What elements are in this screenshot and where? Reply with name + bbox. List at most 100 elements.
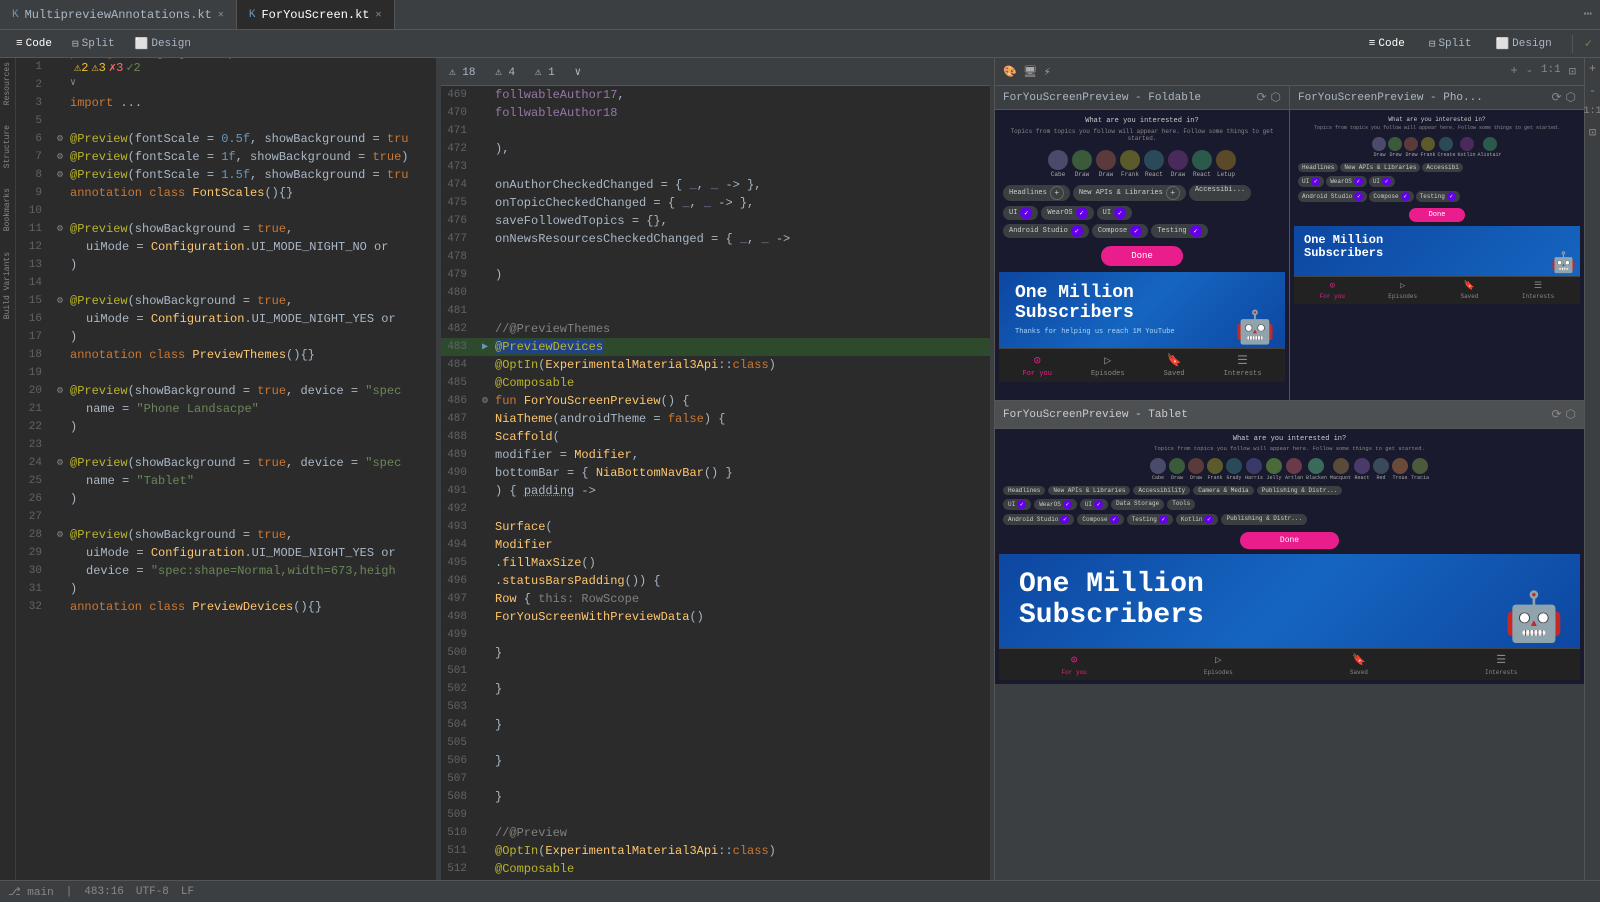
table-row: 488 Scaffold(	[441, 428, 990, 446]
table-row: 8 ⚙ @Preview(fontScale = 1.5f, showBackg…	[16, 166, 436, 184]
done-btn-container: Done	[999, 240, 1285, 272]
structure-icon[interactable]: Structure	[3, 125, 12, 168]
interests-title-phone: What are you interested in?	[1294, 114, 1580, 125]
tablet-filter-chip: New APIs & Libraries	[1048, 486, 1130, 495]
nav-item-saved[interactable]: 🔖 Saved	[1164, 353, 1185, 378]
topic-avatar-tablet: Macquot	[1330, 458, 1351, 481]
topic-avatar-phone: Drew	[1388, 137, 1402, 158]
zoom-reset-icon[interactable]: ⊡	[1569, 64, 1576, 79]
table-row: 6 ⚙ @Preview(fontScale = 0.5f, showBackg…	[16, 130, 436, 148]
phone-preview-header: ForYouScreenPreview - Pho... ⟳ ⬡	[1290, 86, 1584, 110]
done-button[interactable]: Done	[1101, 246, 1183, 266]
phone-preview-refresh-icon[interactable]: ⟳	[1551, 90, 1561, 105]
nav-item-foryou-tablet[interactable]: ⊙ For you	[1062, 653, 1087, 676]
table-row: 479 )	[441, 266, 990, 284]
split-view-btn[interactable]: ⊟ Split	[64, 35, 123, 53]
tablet-filter-chip: Publishing & Distr...	[1221, 514, 1307, 525]
nav-item-foryou[interactable]: ⊙ For you	[1023, 353, 1052, 378]
sidebar-fit-icon[interactable]: ⊡	[1589, 125, 1596, 140]
tablet-filter-chip: WearOS ✓	[1034, 499, 1077, 510]
subscriber-banner-text-foldable: One Million Subscribers	[1015, 284, 1269, 324]
nav-item-episodes[interactable]: ▷ Episodes	[1091, 353, 1125, 378]
design-view-btn[interactable]: ⬜ Design	[127, 35, 199, 53]
preview-open-icon[interactable]: ⬡	[1271, 90, 1281, 105]
sidebar-add-icon[interactable]: +	[1589, 62, 1596, 76]
tablet-filter-row-3: Android Studio ✓ Compose ✓ Testing ✓ Kot…	[999, 512, 1580, 527]
done-button-phone[interactable]: Done	[1409, 208, 1466, 222]
filter-chip-phone: UI ✓	[1369, 176, 1395, 187]
tab-foryouscreen[interactable]: K ForYouScreen.kt ✕	[237, 0, 395, 29]
interests-nav-icon: ☰	[1237, 353, 1248, 368]
table-row: 470 follwableAuthor18	[441, 104, 990, 122]
right-split-view-btn[interactable]: ⊟ Split	[1421, 35, 1480, 53]
android-mascot-tablet: 🤖	[1504, 588, 1564, 648]
table-row: 32 annotation class PreviewDevices(){}	[16, 598, 436, 616]
line-col: 483:16	[84, 886, 124, 898]
table-row: 511 @OptIn(ExperimentalMaterial3Api::cla…	[441, 842, 990, 860]
filter-row-2: UI ✓ WearOS ✓ UI ✓	[999, 204, 1285, 222]
resources-icon[interactable]: Resources	[3, 62, 12, 105]
tablet-open-icon[interactable]: ⬡	[1566, 407, 1576, 422]
nav-bar-tablet: ⊙ For you ▷ Episodes 🔖 Saved ☰	[999, 648, 1580, 680]
tab-bar-menu[interactable]: ⋯	[1576, 6, 1600, 23]
table-row: 16 uiMode = Configuration.UI_MODE_NIGHT_…	[16, 310, 436, 328]
tab-multipreview[interactable]: K MultipreviewAnnotations.kt ✕	[0, 0, 237, 29]
table-row: 475 onTopicCheckedChanged = { _, _ -> },	[441, 194, 990, 212]
table-row: 476 saveFollowedTopics = {},	[441, 212, 990, 230]
topic-avatar-phone: Create	[1437, 137, 1455, 158]
table-row: 501	[441, 662, 990, 680]
table-row: 25 name = "Tablet"	[16, 472, 436, 490]
left-code-editor[interactable]: 1 package com.google.sample.⚠2 ⚠3 ✗3 ✓2 …	[16, 58, 436, 880]
right-toolbar: ≡ Code ⊟ Split ⬜ Design ✓	[1361, 35, 1600, 53]
nav-item-episodes-phone[interactable]: ▷ Episodes	[1388, 281, 1417, 300]
table-row: 509	[441, 806, 990, 824]
table-row: 480	[441, 284, 990, 302]
right-code-editor[interactable]: 469 follwableAuthor17, 470 follwableAuth…	[441, 86, 990, 880]
kotlin-icon: K	[12, 9, 19, 21]
encoding: UTF-8	[136, 886, 169, 898]
build-icon[interactable]: Build Variants	[3, 252, 12, 319]
saved-icon-phone: 🔖	[1464, 281, 1475, 291]
nav-item-interests-phone[interactable]: ☰ Interests	[1522, 281, 1554, 300]
nav-item-interests-tablet[interactable]: ☰ Interests	[1485, 653, 1517, 676]
bookmarks-icon[interactable]: Bookmarks	[3, 188, 12, 231]
left-gutter: Resources Structure Bookmarks Build Vari…	[0, 58, 16, 880]
episodes-label-tablet: Episodes	[1204, 669, 1233, 676]
topic-avatar-tablet: Cabe	[1150, 458, 1166, 481]
zoom-out-icon[interactable]: -	[1526, 64, 1533, 79]
preview-content[interactable]: ForYouScreenPreview - Foldable ⟳ ⬡ What …	[995, 86, 1584, 880]
zoom-in-icon[interactable]: +	[1511, 64, 1518, 79]
interests-icon-tablet: ☰	[1496, 653, 1506, 667]
interests-subtitle-foldable: Topics from topics you follow will appea…	[999, 128, 1285, 146]
preview-panel: 🎨 🖥 ⚡ + - 1:1 ⊡ ForYouScreenPreview - Fo…	[994, 58, 1584, 880]
phone-ui: What are you interested in? Topics from …	[1290, 110, 1584, 400]
episodes-label-phone: Episodes	[1388, 293, 1417, 300]
right-design-view-btn[interactable]: ⬜ Design	[1487, 35, 1559, 53]
episodes-icon-tablet: ▷	[1215, 653, 1222, 667]
tablet-refresh-icon[interactable]: ⟳	[1551, 407, 1561, 422]
topic-avatar-tablet: Red	[1373, 458, 1389, 481]
phone-preview-title: ForYouScreenPreview - Pho...	[1298, 92, 1483, 104]
preview-refresh-icon[interactable]: ⟳	[1256, 90, 1266, 105]
nav-item-foryou-phone[interactable]: ⊙ For you	[1320, 281, 1345, 300]
phone-preview-open-icon[interactable]: ⬡	[1566, 90, 1576, 105]
table-row: 20 ⚙ @Preview(showBackground = true, dev…	[16, 382, 436, 400]
code-view-btn[interactable]: ≡ Code	[8, 36, 60, 52]
topic-avatar-item: React	[1192, 150, 1212, 178]
tab-close-icon[interactable]: ✕	[218, 9, 224, 21]
check-icon: ✓	[1585, 36, 1592, 51]
nav-item-saved-phone[interactable]: 🔖 Saved	[1460, 281, 1478, 300]
nav-item-saved-tablet[interactable]: 🔖 Saved	[1350, 653, 1368, 676]
interests-label-tablet: Interests	[1485, 669, 1517, 676]
nav-item-interests[interactable]: ☰ Interests	[1224, 353, 1262, 378]
right-code-panel: ⚠ 18 ⚠ 4 ⚠ 1 ∨ 469 follwableAuthor17, 47…	[440, 58, 990, 880]
right-code-view-btn[interactable]: ≡ Code	[1361, 36, 1413, 52]
table-row: 472 ),	[441, 140, 990, 158]
done-button-tablet[interactable]: Done	[1240, 532, 1339, 549]
sidebar-minus-icon[interactable]: -	[1589, 84, 1596, 98]
tablet-filter-chip: Android Studio ✓	[1003, 514, 1074, 525]
table-row: 31 )	[16, 580, 436, 598]
tab-close-icon-2[interactable]: ✕	[376, 9, 382, 21]
subscriber-banner-foldable: One Million Subscribers Thanks for helpi…	[999, 272, 1285, 348]
nav-item-episodes-tablet[interactable]: ▷ Episodes	[1204, 653, 1233, 676]
